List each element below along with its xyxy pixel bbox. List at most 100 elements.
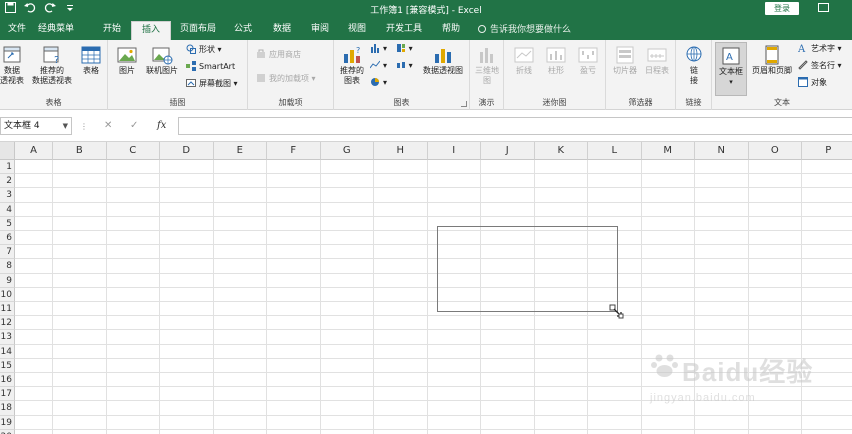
tab-classic-menu[interactable]: 经典菜单 xyxy=(36,21,76,40)
textbox-button[interactable]: A 文本框 ▾ xyxy=(715,42,747,96)
login-button[interactable]: 登录 xyxy=(765,2,799,15)
column-header-n[interactable]: N xyxy=(695,142,749,160)
select-all-corner[interactable] xyxy=(0,142,15,160)
column-header-h[interactable]: H xyxy=(374,142,428,160)
column-header-b[interactable]: B xyxy=(53,142,107,160)
table-button[interactable]: 表格 xyxy=(78,45,104,76)
row-header-15[interactable]: 15 xyxy=(0,358,15,373)
picture-icon xyxy=(117,47,137,63)
row-header-14[interactable]: 14 xyxy=(0,344,15,359)
sparkline-line-button[interactable]: 折线 xyxy=(510,45,538,76)
row-header-18[interactable]: 18 xyxy=(0,401,15,416)
wordart-button[interactable]: A 艺术字 ▾ xyxy=(798,43,842,55)
row-header-10[interactable]: 10 xyxy=(0,287,15,302)
recommended-charts-button[interactable]: ? 推荐的 图表 xyxy=(336,45,368,86)
row-header-8[interactable]: 8 xyxy=(0,259,15,274)
column-chart-button[interactable]: ▾ ▾ xyxy=(370,43,413,55)
header-footer-button[interactable]: 页眉和页脚 xyxy=(749,45,795,76)
column-header-l[interactable]: L xyxy=(588,142,642,160)
tab-page-layout[interactable]: 页面布局 xyxy=(178,21,218,40)
row-header-12[interactable]: 12 xyxy=(0,316,15,331)
group-label-filters: 筛选器 xyxy=(628,98,653,107)
column-header-j[interactable]: J xyxy=(481,142,535,160)
column-header-g[interactable]: G xyxy=(320,142,374,160)
tab-help[interactable]: 帮助 xyxy=(440,21,462,40)
online-picture-button[interactable]: 联机图片 xyxy=(144,45,180,76)
row-header-6[interactable]: 6 xyxy=(0,231,15,246)
row-header-3[interactable]: 3 xyxy=(0,188,15,203)
row-header-2[interactable]: 2 xyxy=(0,174,15,189)
3d-map-icon xyxy=(480,48,493,63)
object-button[interactable]: 对象 xyxy=(798,77,827,89)
charts-dialog-launcher-icon[interactable] xyxy=(461,101,467,107)
row-header-7[interactable]: 7 xyxy=(0,245,15,260)
store-button[interactable]: 应用商店 xyxy=(256,49,301,61)
tab-review[interactable]: 审阅 xyxy=(309,21,331,40)
pivot-chart-icon xyxy=(435,49,451,63)
tab-file[interactable]: 文件 xyxy=(6,21,28,40)
ribbon-tabs: 文件 经典菜单 开始 插入 页面布局 公式 数据 审阅 视图 开发工具 帮助 告… xyxy=(0,18,852,40)
row-header-1[interactable]: 1 xyxy=(0,160,15,175)
column-header-m[interactable]: M xyxy=(641,142,695,160)
column-header-a[interactable]: A xyxy=(15,142,53,160)
row-header-11[interactable]: 11 xyxy=(0,302,15,317)
baidu-watermark: Baidu经验 jingyan.baidu.com xyxy=(650,348,840,418)
column-header-p[interactable]: P xyxy=(802,142,852,160)
insert-function-button[interactable]: fx xyxy=(157,120,166,131)
chevron-down-icon[interactable]: ▼ xyxy=(63,118,68,134)
tab-home[interactable]: 开始 xyxy=(101,21,123,40)
tab-developer[interactable]: 开发工具 xyxy=(384,21,424,40)
picture-button[interactable]: 图片 xyxy=(114,45,140,76)
sparkline-column-button[interactable]: 柱形 xyxy=(542,45,570,76)
slicer-button[interactable]: 切片器 xyxy=(610,45,640,76)
pie-chart-button[interactable]: ▾ xyxy=(370,77,387,89)
tab-view[interactable]: 视图 xyxy=(346,21,368,40)
formula-bar-grip-icon[interactable]: ⋮ xyxy=(80,122,88,131)
pivot-table-button[interactable]: 数据 透视表 xyxy=(0,45,24,86)
row-header-13[interactable]: 13 xyxy=(0,330,15,345)
recommended-pivot-button[interactable]: ? 推荐的 数据透视表 xyxy=(30,45,74,86)
row-header-17[interactable]: 17 xyxy=(0,387,15,402)
3d-map-button[interactable]: 三维地 图 xyxy=(472,45,502,86)
screenshot-button[interactable]: 屏幕截图 ▾ xyxy=(186,78,238,90)
resize-handle-icon[interactable] xyxy=(609,304,625,320)
group-sparklines: 折线 柱形 盈亏 迷你图 xyxy=(504,40,606,110)
row-header-16[interactable]: 16 xyxy=(0,373,15,388)
cancel-button[interactable]: ✕ xyxy=(104,120,112,131)
column-header-d[interactable]: D xyxy=(160,142,214,160)
name-box[interactable]: 文本框 4 ▼ xyxy=(0,117,72,135)
pivot-chart-button[interactable]: 数据透视图 xyxy=(420,45,466,76)
column-header-e[interactable]: E xyxy=(213,142,267,160)
link-button[interactable]: 链 接 xyxy=(680,45,708,86)
row-header-19[interactable]: 19 xyxy=(0,415,15,430)
column-header-f[interactable]: F xyxy=(267,142,321,160)
ribbon-display-options-icon[interactable] xyxy=(818,3,829,12)
row-header-4[interactable]: 4 xyxy=(0,202,15,217)
formula-input[interactable] xyxy=(178,117,852,135)
column-header-o[interactable]: O xyxy=(748,142,802,160)
group-illustrations: 图片 联机图片 形状 ▾ SmartArt 屏幕截图 ▾ 插图 xyxy=(108,40,248,110)
tell-me-search[interactable]: 告诉我你想要做什么 xyxy=(478,22,571,35)
column-header-i[interactable]: I xyxy=(427,142,481,160)
column-header-c[interactable]: C xyxy=(106,142,160,160)
signature-button[interactable]: 签名行 ▾ xyxy=(798,60,842,72)
timeline-button[interactable]: 日程表 xyxy=(642,45,672,76)
drawn-textbox[interactable] xyxy=(437,226,618,312)
tab-formulas[interactable]: 公式 xyxy=(232,21,254,40)
paw-logo-icon xyxy=(651,354,678,377)
my-addins-button[interactable]: 我的加载项 ▾ xyxy=(256,73,316,85)
row-header-5[interactable]: 5 xyxy=(0,216,15,231)
sparkline-winloss-button[interactable]: 盈亏 xyxy=(574,45,602,76)
group-label-charts: 图表 xyxy=(393,98,410,107)
tab-data[interactable]: 数据 xyxy=(271,21,293,40)
line-chart-button[interactable]: ▾ ▾ xyxy=(370,60,413,72)
column-chart-icon xyxy=(371,44,379,53)
ribbon: 数据 透视表 ? 推荐的 数据透视表 表格 表格 图片 联机图片 形状 ▾ Sm… xyxy=(0,40,852,110)
row-header-20[interactable]: 20 xyxy=(0,429,15,434)
row-header-9[interactable]: 9 xyxy=(0,273,15,288)
column-header-k[interactable]: K xyxy=(534,142,588,160)
smartart-button[interactable]: SmartArt xyxy=(186,61,235,73)
enter-button[interactable]: ✓ xyxy=(130,120,138,131)
tab-insert[interactable]: 插入 xyxy=(131,21,172,40)
shapes-button[interactable]: 形状 ▾ xyxy=(186,44,222,56)
